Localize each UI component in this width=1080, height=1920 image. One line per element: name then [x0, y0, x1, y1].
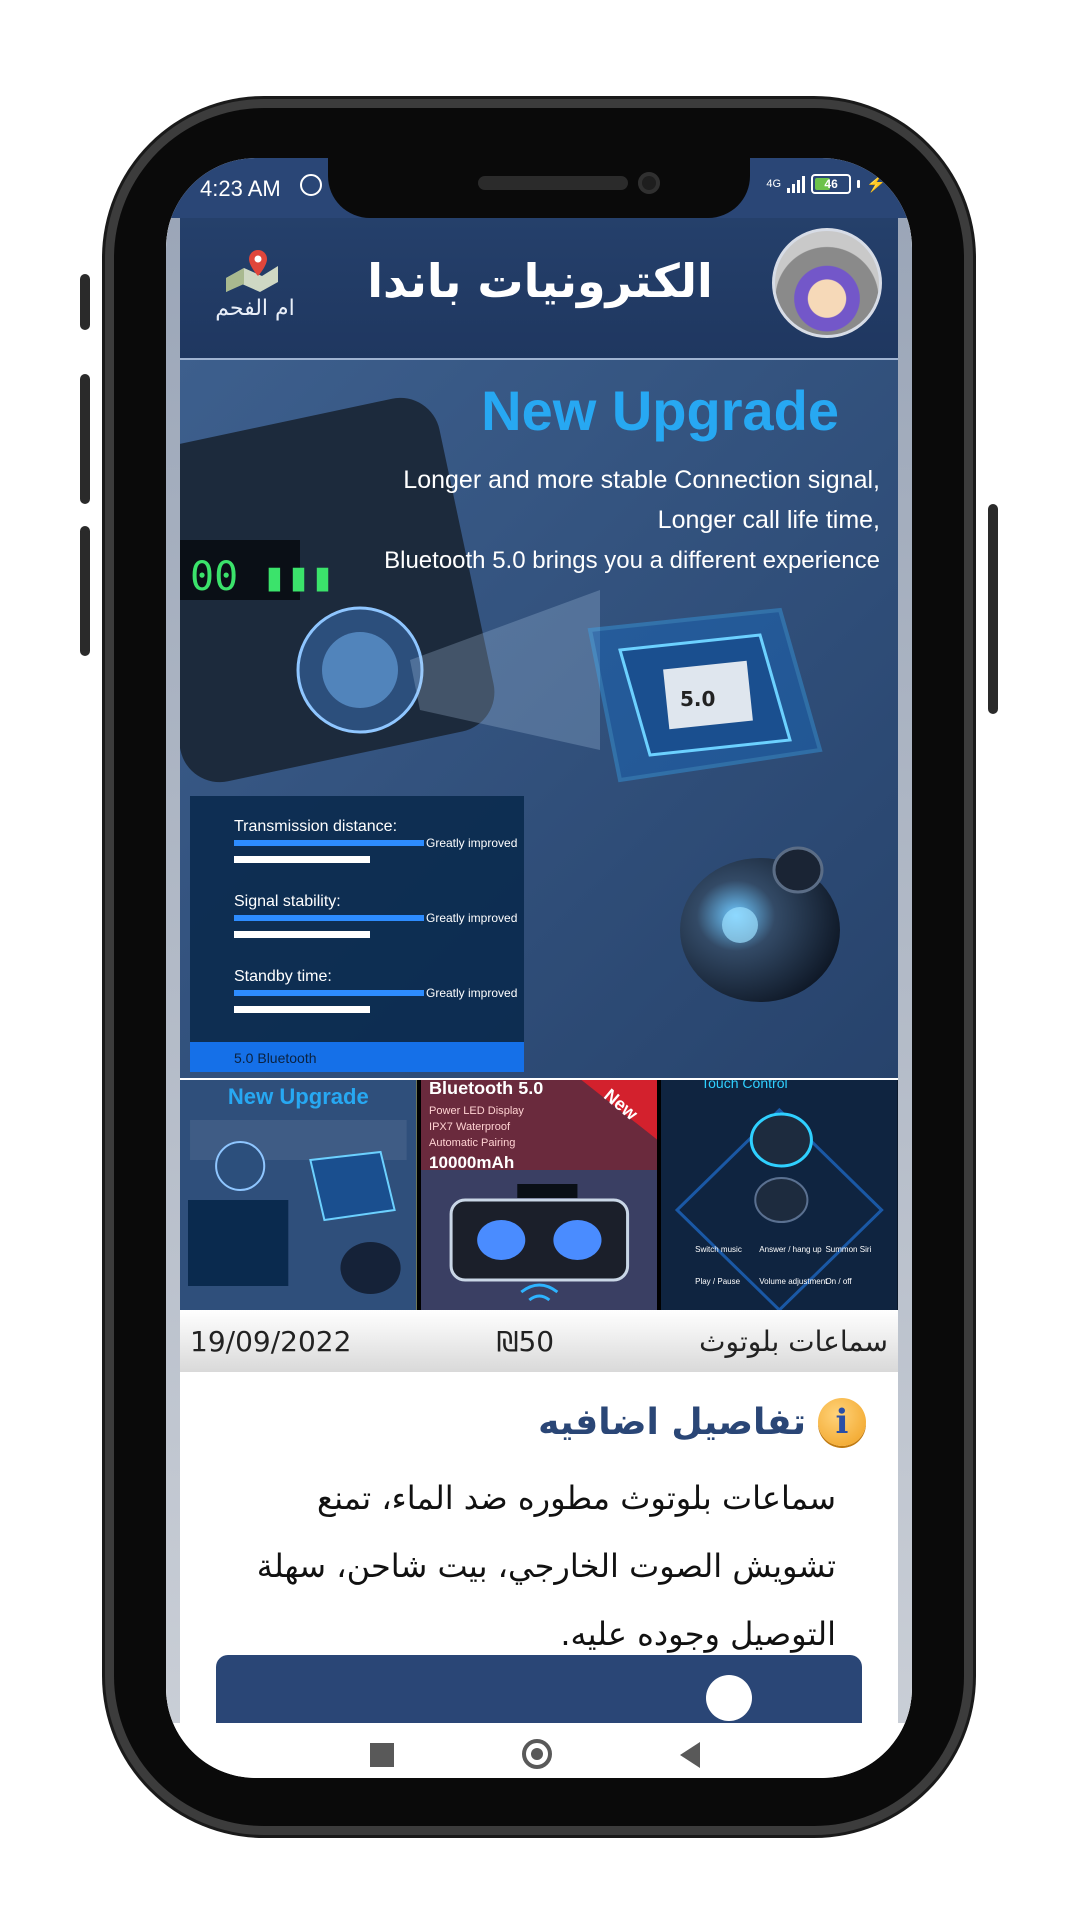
thumbnail-2-line-2: IPX7 Waterproof	[429, 1121, 511, 1133]
thumbnail-2-caption: Bluetooth 5.0	[429, 1080, 543, 1098]
thumbnail-3-line-6: On / off	[826, 1277, 853, 1286]
battery-text: 46	[824, 177, 838, 191]
thumbnail-strip: New Upgrade Bluetooth 5.0 Power LED Disp…	[180, 1080, 899, 1310]
notch	[328, 158, 750, 218]
feature-label-1: Transmission distance:	[234, 818, 397, 835]
recent-apps-icon[interactable]	[370, 1743, 394, 1767]
location-label[interactable]: ام الفحم	[190, 296, 320, 321]
screen: 4:23 AM 4G 46 ⚡ ام الفحم الكترونيات باند…	[166, 158, 912, 1778]
details-header: i تفاصيل اضافيه	[538, 1398, 866, 1446]
phone-frame: 4:23 AM 4G 46 ⚡ ام الفحم الكترونيات باند…	[80, 108, 998, 1826]
alarm-icon	[300, 174, 322, 196]
thumbnail-2-line-1: Power LED Display	[429, 1105, 524, 1117]
back-icon[interactable]	[680, 1742, 700, 1768]
panel-footer: 5.0 Bluetooth	[234, 1050, 317, 1066]
feature-note-2: Greatly improved	[426, 911, 517, 925]
feature-note-3: Greatly improved	[426, 986, 517, 1000]
battery-tip	[857, 180, 861, 188]
product-main-image[interactable]: 00 ▮▮▮ 5.0 New Upgrade Longer and more s…	[166, 360, 898, 1078]
map-pin-icon[interactable]	[222, 248, 282, 292]
main-image-title: New Upgrade	[481, 379, 839, 442]
thumbnail-3-line-1: Switch music	[695, 1245, 742, 1254]
contact-button[interactable]	[216, 1655, 862, 1723]
front-camera	[638, 172, 660, 194]
mute-switch	[80, 274, 90, 330]
signal-icon	[787, 175, 806, 193]
product-info-bar: 19/09/2022 ₪50 سماعات بلوتوث	[180, 1310, 898, 1372]
volume-up-button	[80, 374, 90, 504]
thumbnail-2[interactable]: Bluetooth 5.0 Power LED Display IPX7 Wat…	[420, 1080, 658, 1310]
feature-label-2: Signal stability:	[234, 893, 341, 910]
product-title: سماعات بلوتوث	[699, 1324, 888, 1358]
system-nav-bar	[166, 1723, 912, 1778]
feature-note-1: Greatly improved	[426, 836, 517, 850]
home-icon[interactable]	[522, 1739, 552, 1769]
product-date: 19/09/2022	[190, 1324, 352, 1358]
feature-label-3: Standby time:	[234, 968, 332, 985]
info-icon: i	[818, 1398, 866, 1446]
details-heading: تفاصيل اضافيه	[538, 1401, 806, 1443]
thumbnail-3-line-3: Summon Siri	[826, 1245, 872, 1254]
power-button	[988, 504, 998, 714]
earpiece-speaker	[478, 176, 628, 190]
thumbnail-3-line-2: Answer / hang up	[760, 1245, 823, 1254]
thumbnail-3[interactable]: Touch Control Switch music Answer / hang…	[661, 1080, 899, 1310]
thumbnail-2-line-3: Automatic Pairing	[429, 1137, 515, 1149]
app-header: ام الفحم الكترونيات باندا	[180, 218, 898, 360]
product-price: ₪50	[496, 1324, 555, 1358]
svg-text:00 ▮▮▮: 00 ▮▮▮	[190, 554, 335, 600]
thumbnail-3-caption: Touch Control	[701, 1080, 788, 1091]
battery-icon: 46	[811, 174, 852, 194]
thumbnail-2-line-4: 10000mAh	[429, 1153, 514, 1172]
volume-down-button	[80, 526, 90, 656]
contact-button-icon	[706, 1675, 752, 1721]
chip-label: 5.0	[680, 687, 715, 711]
thumbnail-1-caption: New Upgrade	[228, 1084, 369, 1109]
thumbnail-1[interactable]: New Upgrade	[180, 1080, 417, 1310]
main-image-line-2: Longer call life time,	[658, 506, 880, 534]
charging-icon: ⚡	[866, 176, 886, 193]
status-time: 4:23 AM	[200, 176, 281, 201]
details-text: سماعات بلوتوث مطوره ضد الماء، تمنع تشويش…	[256, 1479, 836, 1653]
network-label: 4G	[766, 177, 782, 190]
thumbnail-3-line-4: Play / Pause	[695, 1277, 741, 1286]
app-content: ام الفحم الكترونيات باندا 00 ▮▮▮ 5.0 New…	[166, 218, 912, 1723]
main-image-line-3: Bluetooth 5.0 brings you a different exp…	[384, 547, 880, 574]
main-image-line-1: Longer and more stable Connection signal…	[403, 466, 880, 494]
store-title: الكترونيات باندا	[367, 254, 713, 308]
thumbnail-3-line-5: Volume adjustment	[760, 1277, 829, 1286]
status-icons: 4G 46 ⚡	[766, 174, 886, 194]
panda-avatar-icon[interactable]	[772, 228, 882, 338]
